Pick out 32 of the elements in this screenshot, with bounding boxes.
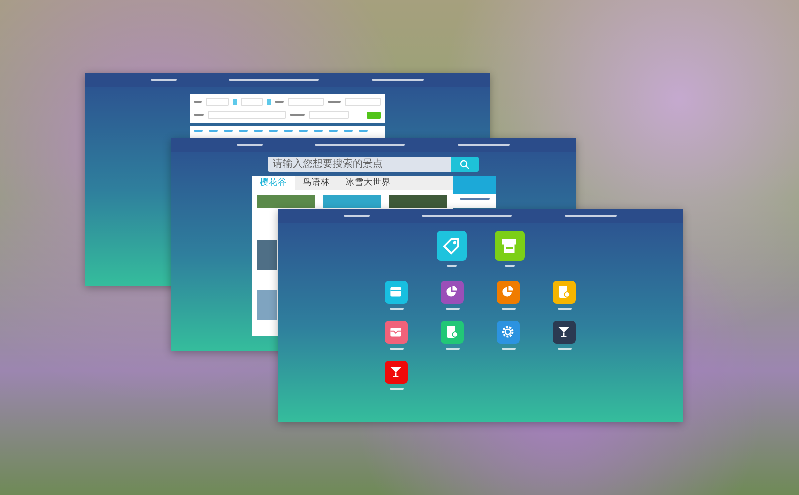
app-tile[interactable] xyxy=(441,281,464,304)
app-tile[interactable] xyxy=(385,361,408,384)
app-tile[interactable] xyxy=(494,231,524,261)
tag-icon xyxy=(441,236,462,256)
app-tile[interactable] xyxy=(385,321,408,344)
dropdown-field[interactable] xyxy=(345,98,382,106)
logo-icon xyxy=(453,176,496,194)
tab[interactable]: 鸟语林 xyxy=(295,176,338,190)
input-field[interactable] xyxy=(308,111,349,119)
search-icon xyxy=(460,160,470,170)
photo-placeholder[interactable] xyxy=(389,195,447,208)
app-tile[interactable] xyxy=(441,321,464,344)
photo-placeholder[interactable] xyxy=(257,290,277,320)
date-field[interactable] xyxy=(240,98,264,106)
app-tile[interactable] xyxy=(385,281,408,304)
tab[interactable]: 冰雪大世界 xyxy=(338,176,399,190)
date-field[interactable] xyxy=(206,98,229,106)
app-tile[interactable] xyxy=(497,321,520,344)
search-button[interactable] xyxy=(451,157,479,172)
photo-placeholder[interactable] xyxy=(257,240,277,270)
app-tile[interactable] xyxy=(436,231,466,261)
app-tile[interactable] xyxy=(553,281,576,304)
app-tile[interactable] xyxy=(497,281,520,304)
calendar-icon[interactable] xyxy=(232,99,237,105)
app-tile[interactable] xyxy=(553,321,576,344)
dropdown-field[interactable] xyxy=(208,111,286,119)
search-field[interactable]: 请输入您想要搜索的景点 xyxy=(268,157,451,172)
input-field[interactable] xyxy=(288,98,324,106)
search-button[interactable] xyxy=(366,112,381,118)
photo-placeholder[interactable] xyxy=(257,195,315,208)
calendar-icon[interactable] xyxy=(267,99,272,105)
photo-placeholder[interactable] xyxy=(323,195,381,208)
